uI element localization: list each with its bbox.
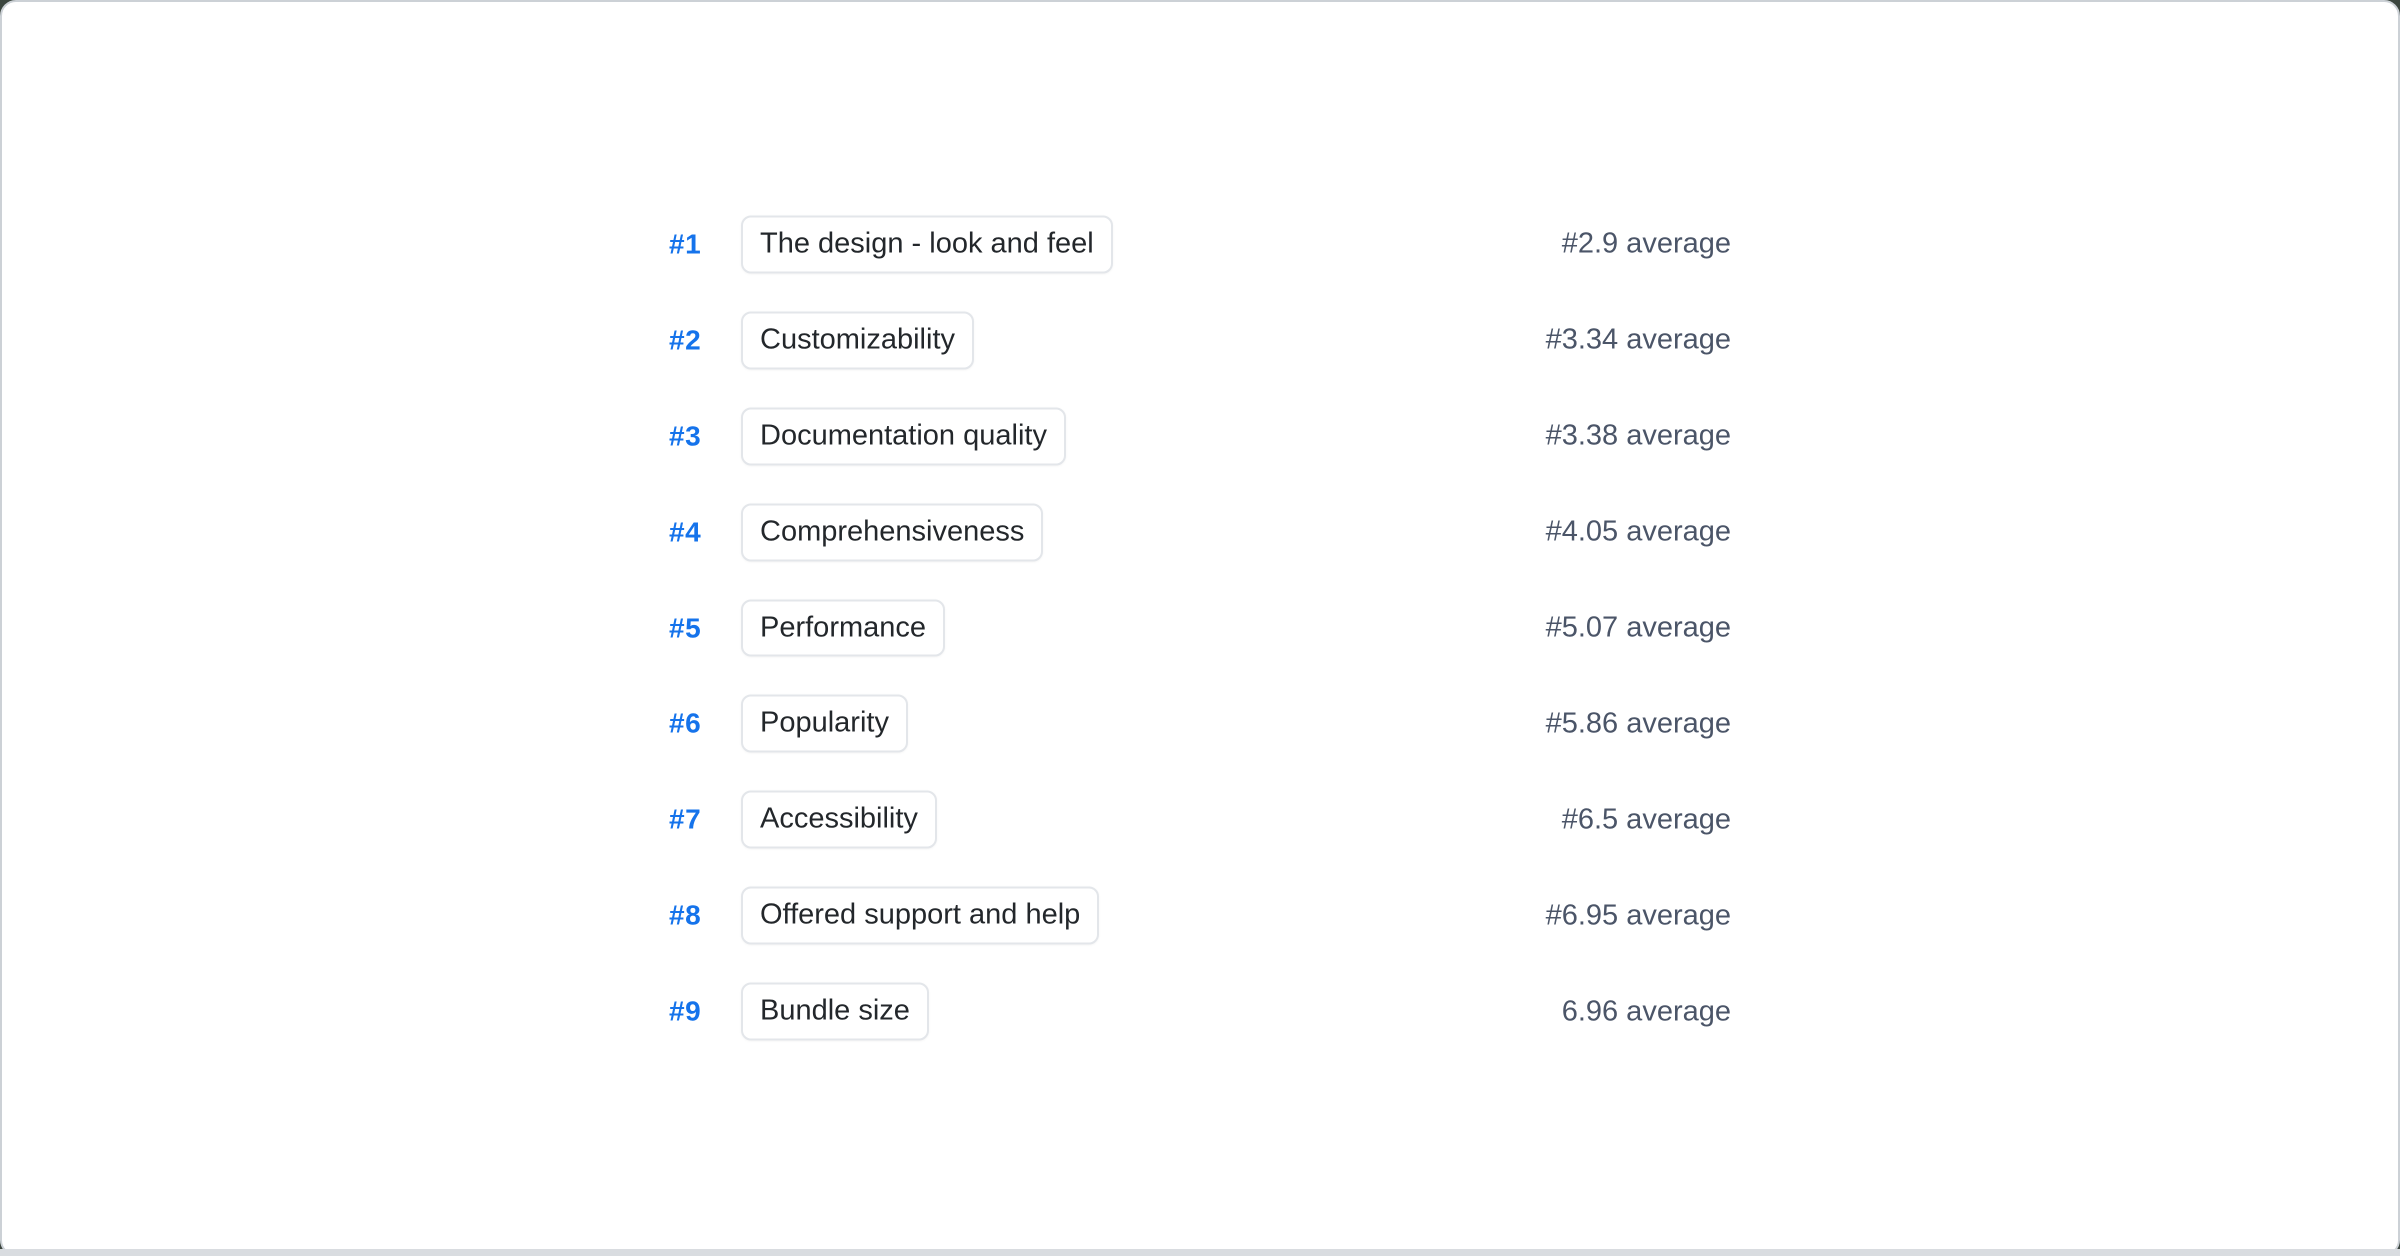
option-chip[interactable]: Bundle size — [741, 983, 929, 1041]
average-score: #5.07 average — [1546, 611, 1731, 644]
ranking-row: #7 Accessibility #6.5 average — [669, 791, 1731, 849]
ranking-row: #1 The design - look and feel #2.9 avera… — [669, 215, 1731, 273]
average-score: #5.86 average — [1546, 707, 1731, 740]
rank-number: #6 — [669, 708, 741, 740]
average-score: #3.38 average — [1546, 420, 1731, 453]
option-chip[interactable]: Comprehensiveness — [741, 503, 1043, 561]
ranking-results-list: #1 The design - look and feel #2.9 avera… — [669, 215, 1731, 1040]
ranking-row: #3 Documentation quality #3.38 average — [669, 407, 1731, 465]
average-score: #4.05 average — [1546, 516, 1731, 549]
rank-number: #3 — [669, 420, 741, 452]
rank-number: #8 — [669, 900, 741, 932]
average-score: #3.34 average — [1546, 324, 1731, 357]
bottom-edge-bar — [0, 1249, 2400, 1256]
ranking-row: #8 Offered support and help #6.95 averag… — [669, 887, 1731, 945]
results-window: #1 The design - look and feel #2.9 avera… — [0, 0, 2400, 1256]
ranking-row: #6 Popularity #5.86 average — [669, 695, 1731, 753]
average-score: #2.9 average — [1562, 228, 1731, 261]
option-chip[interactable]: Customizability — [741, 311, 974, 369]
rank-number: #1 — [669, 228, 741, 260]
ranking-row: #5 Performance #5.07 average — [669, 599, 1731, 657]
average-score: 6.96 average — [1562, 995, 1731, 1028]
option-chip[interactable]: Documentation quality — [741, 407, 1066, 465]
option-chip[interactable]: Performance — [741, 599, 945, 657]
rank-number: #4 — [669, 516, 741, 548]
option-chip[interactable]: Offered support and help — [741, 887, 1099, 945]
rank-number: #9 — [669, 996, 741, 1028]
ranking-row: #2 Customizability #3.34 average — [669, 311, 1731, 369]
rank-number: #7 — [669, 804, 741, 836]
ranking-row: #4 Comprehensiveness #4.05 average — [669, 503, 1731, 561]
rank-number: #5 — [669, 612, 741, 644]
average-score: #6.5 average — [1562, 803, 1731, 836]
option-chip[interactable]: Accessibility — [741, 791, 937, 849]
ranking-row: #9 Bundle size 6.96 average — [669, 983, 1731, 1041]
option-chip[interactable]: Popularity — [741, 695, 908, 753]
option-chip[interactable]: The design - look and feel — [741, 215, 1113, 273]
rank-number: #2 — [669, 324, 741, 356]
average-score: #6.95 average — [1546, 899, 1731, 932]
